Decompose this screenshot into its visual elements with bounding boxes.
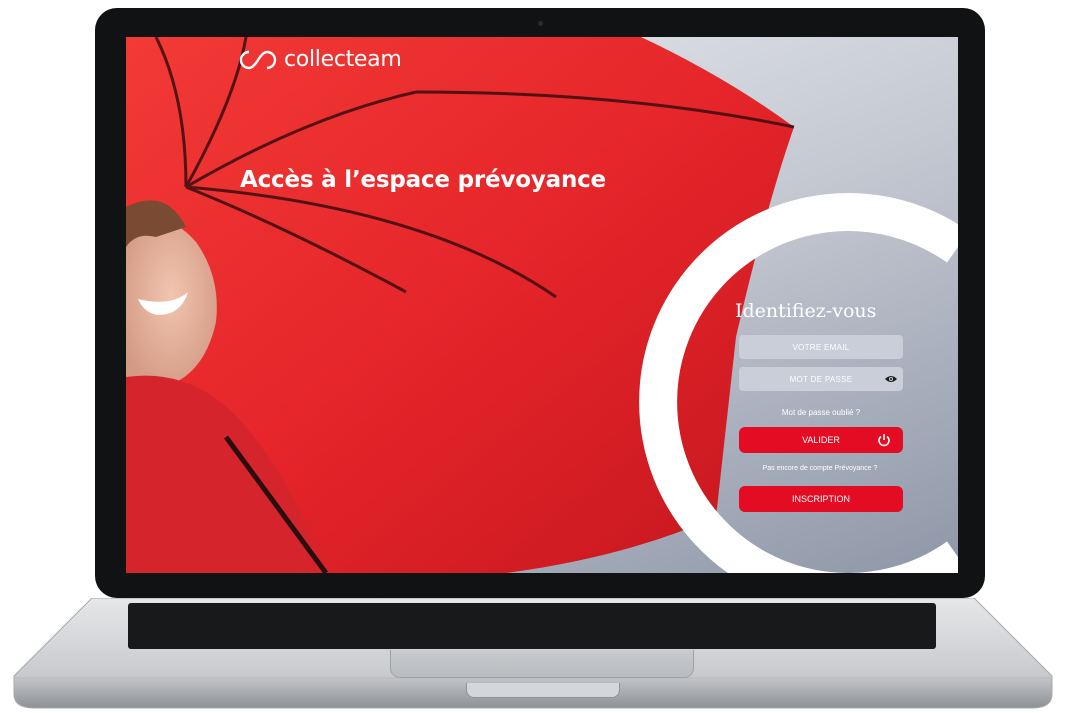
power-icon bbox=[878, 434, 890, 447]
brand-name: collecteam bbox=[284, 47, 402, 72]
eye-icon[interactable] bbox=[885, 375, 897, 383]
email-input[interactable]: VOTRE EMAIL bbox=[739, 335, 903, 359]
login-title: Identifiez-vous bbox=[735, 300, 877, 322]
submit-button[interactable]: VALIDER bbox=[739, 427, 903, 453]
page-title: Accès à l’espace prévoyance bbox=[240, 167, 606, 193]
register-button[interactable]: INSCRIPTION bbox=[739, 486, 903, 512]
email-placeholder: VOTRE EMAIL bbox=[792, 342, 850, 352]
keyboard bbox=[128, 603, 936, 649]
register-label: INSCRIPTION bbox=[791, 494, 850, 504]
trackpad bbox=[390, 650, 694, 678]
webcam bbox=[538, 21, 543, 26]
password-placeholder: MOT DE PASSE bbox=[789, 374, 853, 384]
submit-label: VALIDER bbox=[802, 435, 840, 445]
brand-logo[interactable]: collecteam bbox=[238, 47, 402, 72]
screen: collecteam Accès à l’espace prévoyance I… bbox=[126, 37, 958, 573]
password-input[interactable]: MOT DE PASSE bbox=[739, 367, 903, 391]
logo-icon bbox=[239, 50, 277, 69]
no-account-text: Pas encore de compte Prévoyance ? bbox=[762, 465, 878, 472]
lid-notch bbox=[466, 683, 620, 698]
forgot-password-link[interactable]: Mot de passe oublié ? bbox=[739, 408, 903, 417]
